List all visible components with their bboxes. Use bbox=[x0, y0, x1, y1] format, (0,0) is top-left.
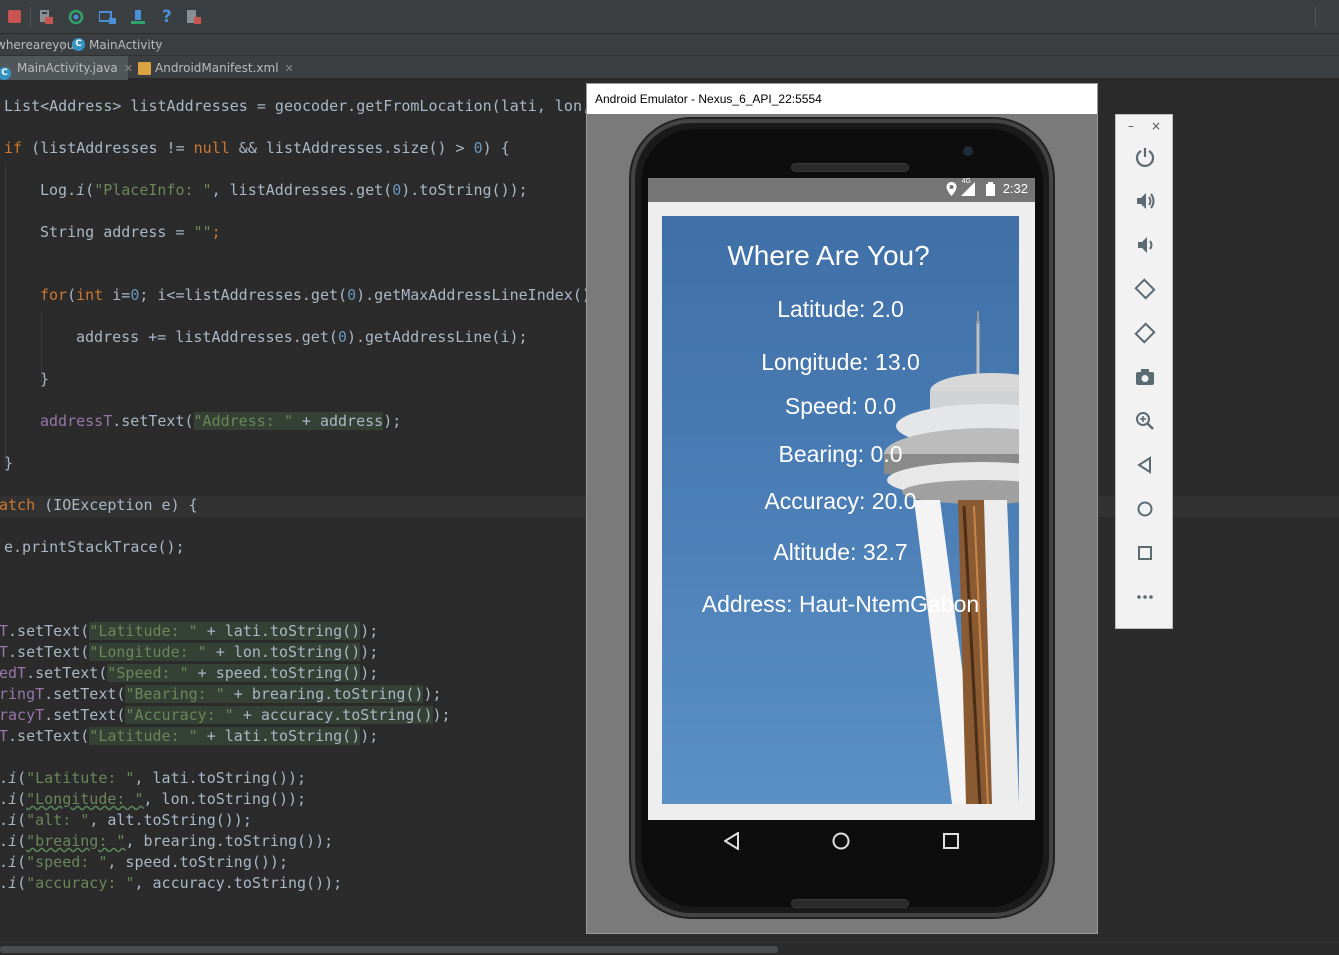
tab-label: AndroidManifest.xml bbox=[155, 61, 279, 75]
code-line: .i("breaing: ", brearing.toString()); bbox=[0, 832, 334, 850]
code-line: Log.i("PlaceInfo: ", listAddresses.get(0… bbox=[40, 181, 528, 199]
project-structure-icon[interactable] bbox=[98, 9, 116, 25]
scrollbar-thumb[interactable] bbox=[0, 946, 778, 953]
location-icon bbox=[946, 182, 957, 200]
tab-mainactivity[interactable]: C MainActivity.java ✕ bbox=[0, 56, 133, 80]
accuracy-label: Accuracy: 20.0 bbox=[764, 488, 917, 514]
front-camera bbox=[963, 146, 973, 156]
power-icon[interactable] bbox=[1131, 146, 1159, 174]
code-line: racyT.setText("Accuracy: " + accuracy.to… bbox=[0, 706, 451, 724]
more-icon[interactable] bbox=[1131, 586, 1159, 614]
code-line: .i("accuracy: ", accuracy.toString()); bbox=[0, 874, 343, 892]
phone-screen[interactable]: 4G 2:32 Where Are You? Latitude: 2.0 Lon… bbox=[648, 178, 1035, 820]
class-icon: C bbox=[72, 38, 85, 51]
sync-icon[interactable] bbox=[68, 9, 84, 25]
code-line: List<Address> listAddresses = geocoder.g… bbox=[4, 97, 591, 115]
volume-up-icon[interactable] bbox=[1131, 190, 1159, 218]
close-icon[interactable]: ✕ bbox=[285, 62, 294, 75]
address-label: Address: Haut-NtemGabon bbox=[701, 591, 980, 617]
code-line: } bbox=[40, 370, 50, 388]
toolbar-separator bbox=[30, 7, 31, 27]
code-line: .i("speed: ", speed.toString()); bbox=[0, 853, 288, 871]
breadcrumb: whereareyou 〉 C MainActivity 〉 bbox=[0, 34, 1339, 56]
rotate-right-icon[interactable] bbox=[1131, 322, 1159, 350]
class-icon: C bbox=[0, 67, 11, 80]
code-line: T.setText("Latitude: " + lati.toString()… bbox=[0, 622, 379, 640]
indent-guide bbox=[5, 166, 6, 466]
network-type-label: 4G bbox=[961, 178, 971, 185]
latitude-label: Latitude: 2.0 bbox=[777, 296, 904, 322]
xml-file-icon bbox=[138, 62, 151, 75]
back-icon[interactable] bbox=[723, 831, 740, 855]
tab-androidmanifest[interactable]: AndroidManifest.xml ✕ bbox=[134, 56, 294, 80]
screenshot-icon[interactable] bbox=[1131, 366, 1159, 394]
speed-label: Speed: 0.0 bbox=[784, 393, 897, 419]
home-icon[interactable] bbox=[832, 832, 850, 855]
bottom-speaker bbox=[791, 899, 909, 908]
code-line: .i("alt: ", alt.toString()); bbox=[0, 811, 252, 829]
sdk-manager-icon[interactable] bbox=[38, 9, 54, 25]
code-line: addressT.setText("Address: " + address); bbox=[40, 412, 402, 430]
code-line: edT.setText("Speed: " + speed.toString()… bbox=[0, 664, 379, 682]
code-line: .i("Longitude: ", lon.toString()); bbox=[0, 790, 307, 808]
overview-icon[interactable] bbox=[1131, 542, 1159, 570]
horizontal-scrollbar[interactable] bbox=[0, 942, 1339, 955]
avd-manager-icon[interactable] bbox=[130, 9, 146, 25]
breadcrumb-separator: 〉 bbox=[156, 40, 169, 54]
code-line: if (listAddresses != null && listAddress… bbox=[4, 139, 510, 157]
toolbar-separator bbox=[1315, 7, 1316, 27]
app-content: Where Are You? Latitude: 2.0 Longitude: … bbox=[662, 216, 1019, 804]
rotate-left-icon[interactable] bbox=[1131, 278, 1159, 306]
close-icon[interactable]: ✕ bbox=[124, 62, 133, 75]
breadcrumb-separator: 〉 bbox=[60, 40, 73, 54]
minimize-button[interactable]: – bbox=[1128, 119, 1134, 133]
stop-icon[interactable] bbox=[8, 10, 21, 23]
app-title: Where Are You? bbox=[727, 240, 930, 271]
editor-tabs: C MainActivity.java ✕ AndroidManifest.xml ✕ bbox=[0, 56, 1339, 80]
code-line: ringT.setText("Bearing: " + brearing.toS… bbox=[0, 685, 442, 703]
code-line: atch (IOException e) { bbox=[0, 496, 198, 514]
code-line: } bbox=[4, 454, 14, 472]
altitude-label: Altitude: 32.7 bbox=[773, 539, 908, 565]
battery-icon bbox=[986, 182, 995, 200]
zoom-icon[interactable] bbox=[1131, 410, 1159, 438]
code-line: e.printStackTrace(); bbox=[4, 538, 185, 556]
tab-label: MainActivity.java bbox=[17, 61, 118, 75]
status-bar: 4G 2:32 bbox=[648, 178, 1035, 202]
emulator-controls: – × bbox=[1115, 114, 1173, 629]
code-line: .i("Latitute: ", lati.toString()); bbox=[0, 769, 307, 787]
code-line: T.setText("Longitude: " + lon.toString()… bbox=[0, 643, 379, 661]
bearing-label: Bearing: 0.0 bbox=[778, 441, 903, 467]
code-line: for(int i=0; i<=listAddresses.get(0).get… bbox=[40, 286, 591, 304]
overview-icon[interactable] bbox=[943, 832, 959, 854]
home-icon[interactable] bbox=[1131, 498, 1159, 526]
breadcrumb-class[interactable]: MainActivity bbox=[89, 38, 163, 52]
code-line: String address = ""; bbox=[40, 223, 221, 241]
volume-down-icon[interactable] bbox=[1131, 234, 1159, 262]
android-nav-bar bbox=[648, 820, 1035, 872]
top-speaker bbox=[791, 163, 909, 172]
status-time: 2:32 bbox=[1002, 181, 1028, 196]
close-button[interactable]: × bbox=[1151, 119, 1161, 133]
main-toolbar: ? bbox=[0, 0, 1339, 34]
code-line: address += listAddresses.get(0).getAddre… bbox=[76, 328, 528, 346]
longitude-label: Longitude: 13.0 bbox=[761, 349, 920, 375]
back-icon[interactable] bbox=[1131, 454, 1159, 482]
device-monitor-icon[interactable] bbox=[186, 9, 202, 25]
emulator-title[interactable]: Android Emulator - Nexus_6_API_22:5554 bbox=[587, 84, 1097, 114]
code-line: T.setText("Latitude: " + lati.toString()… bbox=[0, 727, 379, 745]
help-icon[interactable]: ? bbox=[162, 9, 178, 26]
emulator-window: Android Emulator - Nexus_6_API_22:5554 4… bbox=[586, 83, 1098, 934]
